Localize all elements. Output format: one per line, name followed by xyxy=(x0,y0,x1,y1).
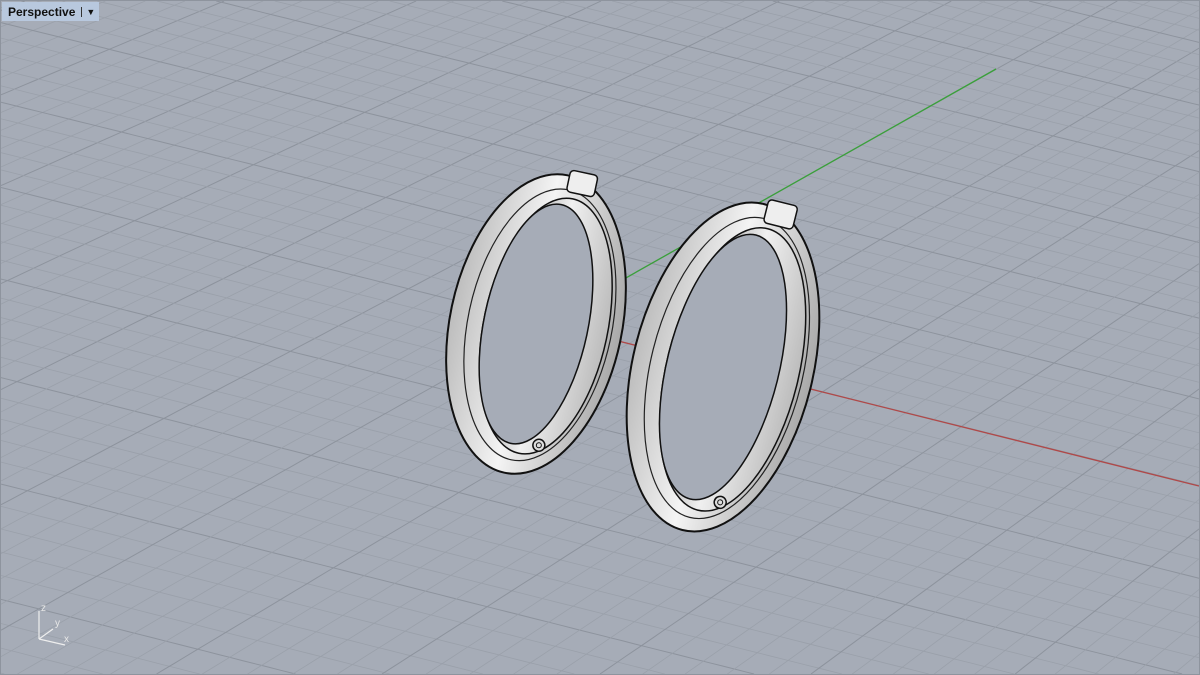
grid-line xyxy=(772,1,1199,106)
grid-line xyxy=(934,470,1199,674)
grid-line xyxy=(502,1,1199,173)
axis-y-label: y xyxy=(55,618,60,629)
grid-line xyxy=(666,1,1199,132)
grid-line xyxy=(274,1,1199,229)
grid-line xyxy=(825,1,1199,93)
grid-line xyxy=(1094,589,1199,674)
grid-line xyxy=(1,672,5,674)
axis-x-label: x xyxy=(64,634,69,645)
viewport-title-tab[interactable]: Perspective ▼ xyxy=(2,2,100,21)
grid-line xyxy=(1173,652,1199,674)
grid-line xyxy=(876,1,1199,80)
grid-line xyxy=(1176,1,1199,7)
axis-z-label: z xyxy=(41,603,46,614)
grid-line xyxy=(612,1,1199,145)
grid-line xyxy=(332,1,1199,214)
viewport-scene[interactable] xyxy=(1,1,1199,674)
grid-line xyxy=(97,1,1199,273)
grid-line xyxy=(1,647,103,674)
grid-line xyxy=(389,1,1199,200)
grid-line xyxy=(1134,620,1199,674)
grid-line xyxy=(1054,558,1199,674)
grid-line xyxy=(157,1,1199,258)
grid-line xyxy=(1,1,492,225)
triangle-down-icon[interactable]: ▼ xyxy=(81,6,99,17)
grid-line xyxy=(1,377,1183,674)
perspective-viewport[interactable]: z y x Perspective ▼ xyxy=(0,0,1200,675)
grid-line xyxy=(446,1,1199,186)
grid-line xyxy=(1,528,575,674)
viewport-name[interactable]: Perspective xyxy=(2,5,81,19)
grid-line xyxy=(893,442,1199,674)
axis-widget-icon xyxy=(38,611,66,646)
grid-line xyxy=(719,1,1199,119)
grid-line xyxy=(810,388,1199,674)
grid-line xyxy=(1,1,745,369)
grid-line xyxy=(1,1,565,264)
grid-line xyxy=(1014,528,1199,674)
